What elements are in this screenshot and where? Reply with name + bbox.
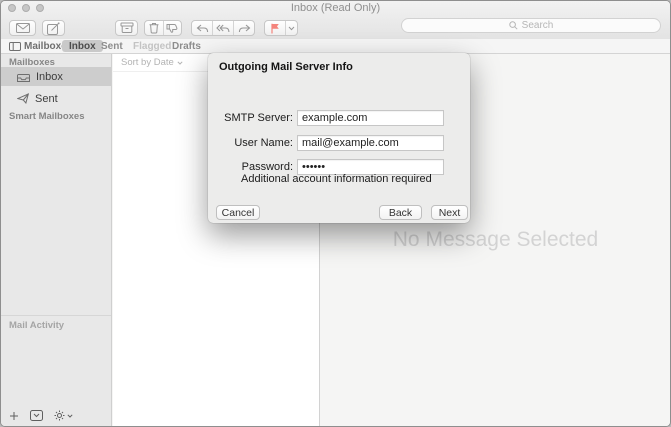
forward-icon: [238, 24, 251, 33]
smtp-server-row: SMTP Server:: [208, 110, 470, 126]
smtp-server-label: SMTP Server:: [208, 110, 293, 126]
delete-junk-group: [144, 20, 182, 36]
favorite-flagged: Flagged: [133, 39, 171, 53]
search-icon: [509, 21, 518, 30]
chevron-down-icon: [288, 26, 295, 31]
archive-icon: [120, 22, 134, 34]
gear-menu-button[interactable]: [54, 410, 73, 421]
window-chrome: Inbox (Read Only): [1, 1, 670, 39]
sidebar-item-sent[interactable]: Sent: [1, 89, 111, 108]
sidebar-item-inbox[interactable]: Inbox: [1, 67, 111, 86]
reply-button[interactable]: [192, 21, 212, 35]
user-name-row: User Name:: [208, 135, 470, 151]
flag-button[interactable]: [265, 21, 285, 35]
paper-plane-icon: [17, 93, 29, 104]
mail-window: Inbox (Read Only): [0, 0, 671, 427]
envelope-icon: [16, 23, 30, 33]
sidebar-divider: [1, 315, 111, 316]
trash-icon: [148, 22, 160, 34]
reply-all-button[interactable]: [212, 21, 233, 35]
sidebar-smart-mailboxes-header: Smart Mailboxes: [9, 111, 85, 122]
inbox-tray-icon: [17, 72, 30, 82]
back-button[interactable]: Back: [379, 205, 422, 220]
no-message-selected-text: No Message Selected: [393, 228, 598, 252]
dialog-title: Outgoing Mail Server Info: [219, 61, 353, 73]
cancel-button[interactable]: Cancel: [216, 205, 260, 220]
next-button[interactable]: Next: [431, 205, 468, 220]
sidebar-item-label: Inbox: [36, 71, 63, 83]
favorite-sent[interactable]: Sent: [101, 39, 123, 53]
window-title: Inbox (Read Only): [1, 2, 670, 15]
sidebar-item-label: Sent: [35, 93, 58, 105]
chevron-down-icon: [177, 61, 183, 65]
favorite-drafts[interactable]: Drafts: [172, 39, 201, 53]
flag-menu-button[interactable]: [285, 21, 297, 35]
archive-button[interactable]: [115, 20, 138, 36]
favorite-flagged-label: Flagged: [133, 41, 171, 52]
compose-button[interactable]: [42, 20, 65, 36]
smtp-server-field[interactable]: [297, 110, 444, 126]
flag-icon: [270, 23, 280, 34]
reply-all-icon: [216, 24, 230, 33]
favorite-sent-label: Sent: [101, 41, 123, 52]
get-mail-button[interactable]: [9, 20, 36, 36]
delete-button[interactable]: [145, 21, 163, 35]
favorite-inbox-label: Inbox: [69, 41, 96, 52]
dialog-note: Additional account information required: [241, 173, 432, 185]
compose-icon: [47, 22, 60, 35]
search-input[interactable]: Search: [401, 18, 661, 33]
junk-button[interactable]: [163, 21, 182, 35]
search-placeholder: Search: [522, 20, 554, 31]
mail-activity-header: Mail Activity: [9, 320, 64, 331]
sidebar-bottom-bar: [9, 410, 73, 421]
outgoing-mail-server-dialog: Outgoing Mail Server Info SMTP Server: U…: [208, 53, 470, 223]
user-name-label: User Name:: [208, 135, 293, 151]
add-mailbox-button[interactable]: [9, 411, 19, 421]
sidebar: Mailboxes Inbox Sent Smart Mailboxes Mai…: [1, 54, 112, 426]
flag-group: [264, 20, 298, 36]
sidebar-toggle-icon: [9, 42, 21, 51]
reply-icon: [196, 24, 209, 33]
forward-button[interactable]: [233, 21, 254, 35]
message-action-button[interactable]: [30, 410, 43, 421]
thumbs-down-icon: [166, 23, 178, 34]
favorite-drafts-label: Drafts: [172, 41, 201, 52]
favorites-bar: Mailboxes Inbox Sent Flagged Drafts: [1, 39, 670, 54]
user-name-field[interactable]: [297, 135, 444, 151]
favorite-inbox[interactable]: Inbox: [62, 40, 103, 52]
reply-group: [191, 20, 255, 36]
chevron-down-icon: [67, 414, 73, 418]
sort-label: Sort by Date: [121, 57, 174, 68]
